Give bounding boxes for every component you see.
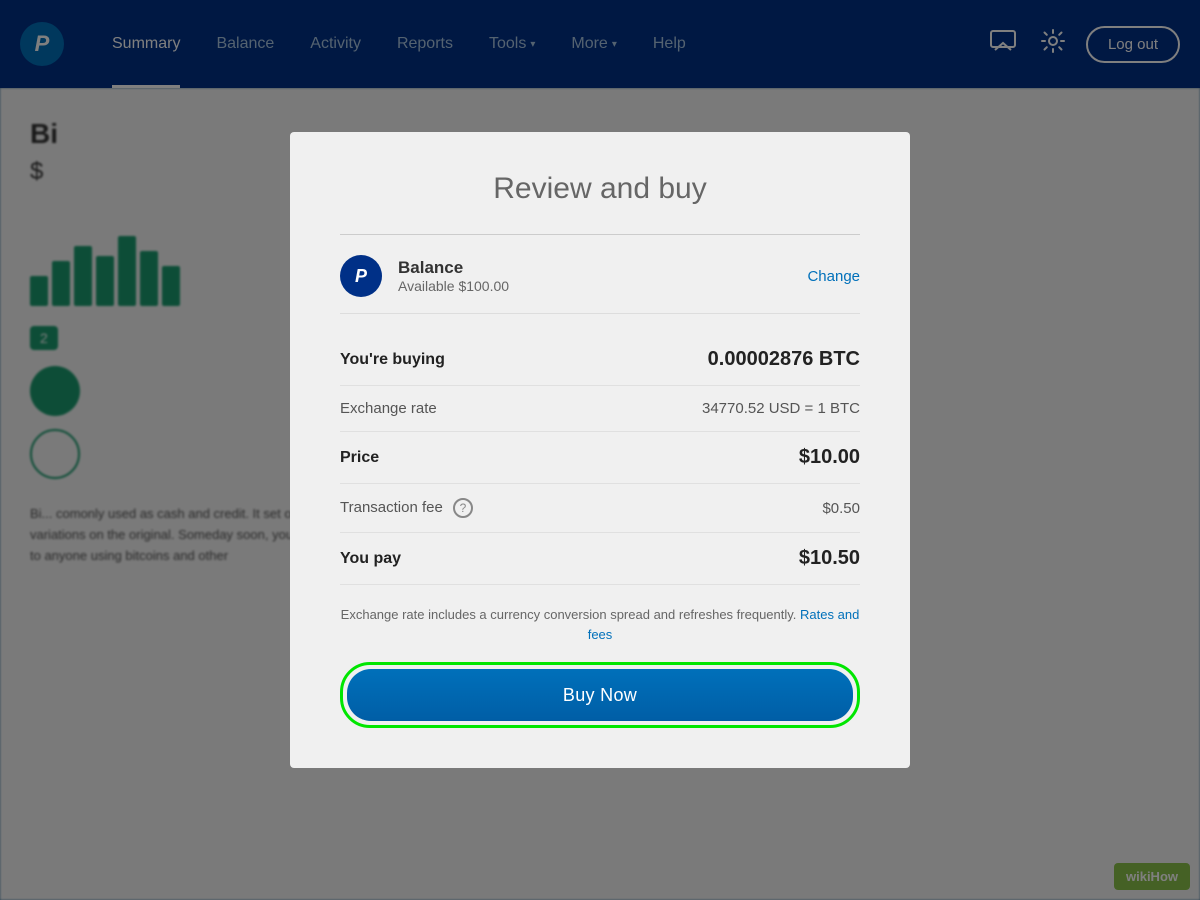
price-value: $10.00 (799, 446, 860, 469)
transaction-fee-label-container: Transaction fee ? (340, 498, 822, 518)
paypal-circle-letter: P (355, 266, 367, 287)
you-buying-label: You're buying (340, 351, 708, 369)
modal-title: Review and buy (340, 172, 860, 206)
payment-label: Balance (398, 258, 807, 278)
exchange-rate-row: Exchange rate 34770.52 USD = 1 BTC (340, 386, 860, 432)
transaction-fee-help-icon[interactable]: ? (453, 498, 473, 518)
review-buy-modal: Review and buy P Balance Available $100.… (290, 132, 910, 768)
you-buying-value: 0.00002876 BTC (708, 348, 860, 371)
you-pay-row: You pay $10.50 (340, 533, 860, 585)
exchange-rate-label: Exchange rate (340, 400, 702, 417)
payment-available: Available $100.00 (398, 278, 807, 294)
buy-now-button-wrapper: Buy Now (340, 662, 860, 728)
exchange-rate-value: 34770.52 USD = 1 BTC (702, 400, 860, 417)
you-pay-value: $10.50 (799, 547, 860, 570)
transaction-fee-label: Transaction fee (340, 499, 443, 516)
transaction-fee-value: $0.50 (822, 500, 860, 517)
you-buying-row: You're buying 0.00002876 BTC (340, 334, 860, 386)
modal-title-divider (340, 234, 860, 235)
payment-method-row: P Balance Available $100.00 Change (340, 255, 860, 314)
change-payment-link[interactable]: Change (807, 268, 860, 285)
transaction-fee-row: Transaction fee ? $0.50 (340, 484, 860, 533)
price-row: Price $10.00 (340, 432, 860, 484)
you-pay-label: You pay (340, 550, 799, 568)
price-label: Price (340, 449, 799, 467)
payment-info: Balance Available $100.00 (398, 258, 807, 294)
buy-now-button[interactable]: Buy Now (347, 669, 853, 721)
paypal-circle-logo: P (340, 255, 382, 297)
modal-footer-text: Exchange rate includes a currency conver… (340, 605, 860, 644)
modal-overlay: Review and buy P Balance Available $100.… (0, 0, 1200, 900)
